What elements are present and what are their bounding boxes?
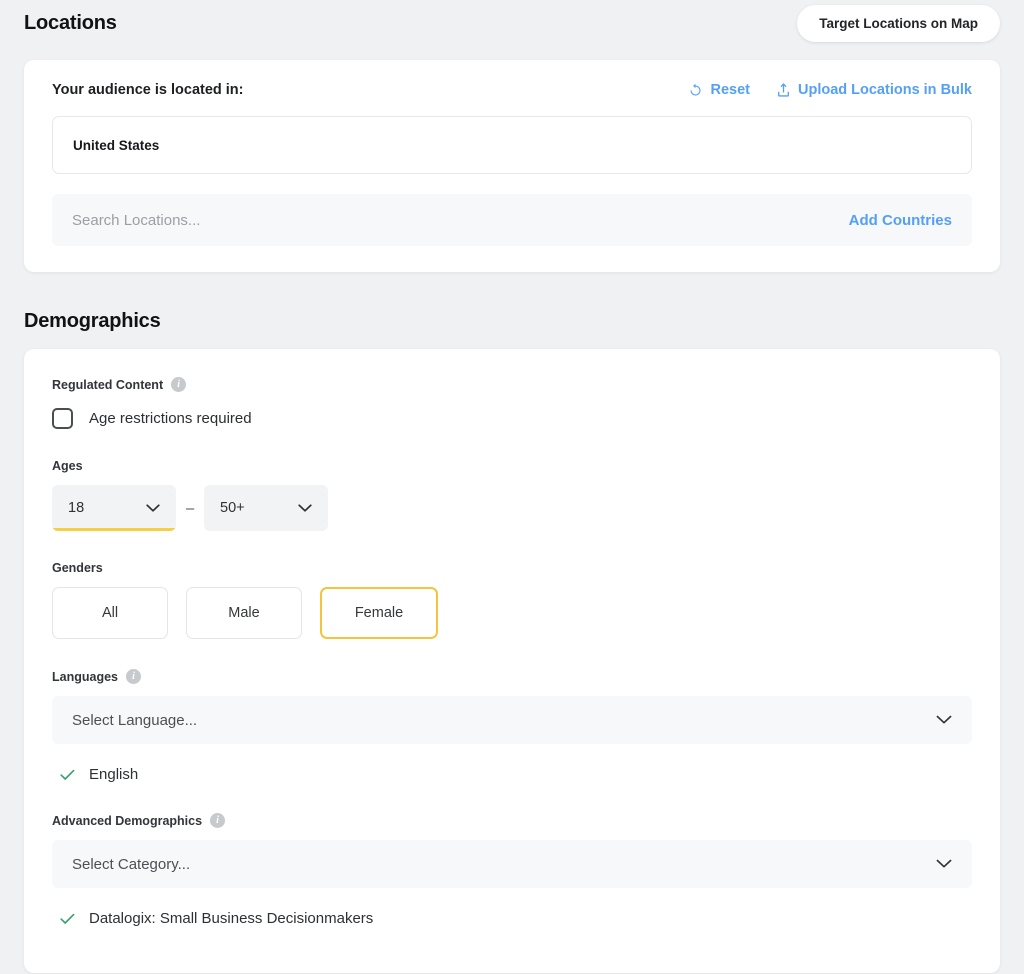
age-restrictions-checkbox[interactable] <box>52 408 73 429</box>
locations-card: Your audience is located in: Reset <box>24 60 1000 272</box>
ages-separator: – <box>176 500 204 517</box>
regulated-content-label: Regulated Content i <box>52 377 972 392</box>
location-search-row: Add Countries <box>52 194 972 246</box>
selected-language-label: English <box>89 766 138 783</box>
age-max-dropdown[interactable]: 50+ <box>204 485 328 531</box>
selected-language-row: English <box>52 766 972 783</box>
gender-option-male[interactable]: Male <box>186 587 302 639</box>
languages-label-text: Languages <box>52 670 118 684</box>
age-min-dropdown[interactable]: 18 <box>52 485 176 531</box>
add-countries-button[interactable]: Add Countries <box>849 212 952 229</box>
locations-actions: Reset Upload Locations in Bulk <box>688 82 972 98</box>
advanced-demographics-label-text: Advanced Demographics <box>52 814 202 828</box>
ages-label-text: Ages <box>52 459 83 473</box>
age-restrictions-label: Age restrictions required <box>89 410 252 427</box>
languages-label: Languages i <box>52 669 972 684</box>
upload-locations-in-bulk-button[interactable]: Upload Locations in Bulk <box>776 82 972 98</box>
chevron-down-icon <box>936 859 952 869</box>
info-icon[interactable]: i <box>210 813 225 828</box>
info-icon[interactable]: i <box>126 669 141 684</box>
target-locations-on-map-button[interactable]: Target Locations on Map <box>797 5 1000 42</box>
reset-label: Reset <box>710 82 750 98</box>
demographics-header: Demographics <box>0 310 1024 333</box>
reset-button[interactable]: Reset <box>688 82 750 98</box>
upload-icon <box>776 82 791 98</box>
audience-location-label: Your audience is located in: <box>52 82 244 98</box>
language-select[interactable]: Select Language... <box>52 696 972 744</box>
advanced-demographics-group: Advanced Demographics i Select Category.… <box>52 813 972 927</box>
locations-header: Locations Target Locations on Map <box>0 0 1024 46</box>
reset-icon <box>688 83 703 98</box>
check-icon <box>60 769 75 781</box>
page-title: Locations <box>24 12 117 35</box>
demographics-card: Regulated Content i Age restrictions req… <box>24 349 1000 973</box>
age-max-value: 50+ <box>220 500 245 516</box>
chevron-down-icon <box>146 504 160 513</box>
genders-label: Genders <box>52 561 972 575</box>
chevron-down-icon <box>936 715 952 725</box>
selected-locations-box: United States <box>52 116 972 174</box>
gender-option-female[interactable]: Female <box>320 587 438 639</box>
upload-label: Upload Locations in Bulk <box>798 82 972 98</box>
locations-card-header: Your audience is located in: Reset <box>52 82 972 98</box>
languages-group: Languages i Select Language... English <box>52 669 972 783</box>
ages-group: Ages 18 – 50+ <box>52 459 972 531</box>
genders-label-text: Genders <box>52 561 103 575</box>
selected-location-item[interactable]: United States <box>73 138 159 153</box>
ages-label: Ages <box>52 459 972 473</box>
category-select-placeholder: Select Category... <box>72 856 190 873</box>
search-locations-input[interactable] <box>72 212 849 229</box>
age-restrictions-row: Age restrictions required <box>52 408 972 429</box>
chevron-down-icon <box>298 504 312 513</box>
age-min-value: 18 <box>68 500 84 516</box>
advanced-demographics-label: Advanced Demographics i <box>52 813 972 828</box>
gender-option-all[interactable]: All <box>52 587 168 639</box>
selected-category-row: Datalogix: Small Business Decisionmakers <box>52 910 972 927</box>
demographics-title: Demographics <box>24 310 161 333</box>
language-select-placeholder: Select Language... <box>72 712 197 729</box>
genders-row: All Male Female <box>52 587 972 639</box>
info-icon[interactable]: i <box>171 377 186 392</box>
selected-category-label: Datalogix: Small Business Decisionmakers <box>89 910 373 927</box>
genders-group: Genders All Male Female <box>52 561 972 639</box>
regulated-content-text: Regulated Content <box>52 378 163 392</box>
check-icon <box>60 913 75 925</box>
audience-targeting-page: Locations Target Locations on Map Your a… <box>0 0 1024 974</box>
ages-row: 18 – 50+ <box>52 485 972 531</box>
category-select[interactable]: Select Category... <box>52 840 972 888</box>
